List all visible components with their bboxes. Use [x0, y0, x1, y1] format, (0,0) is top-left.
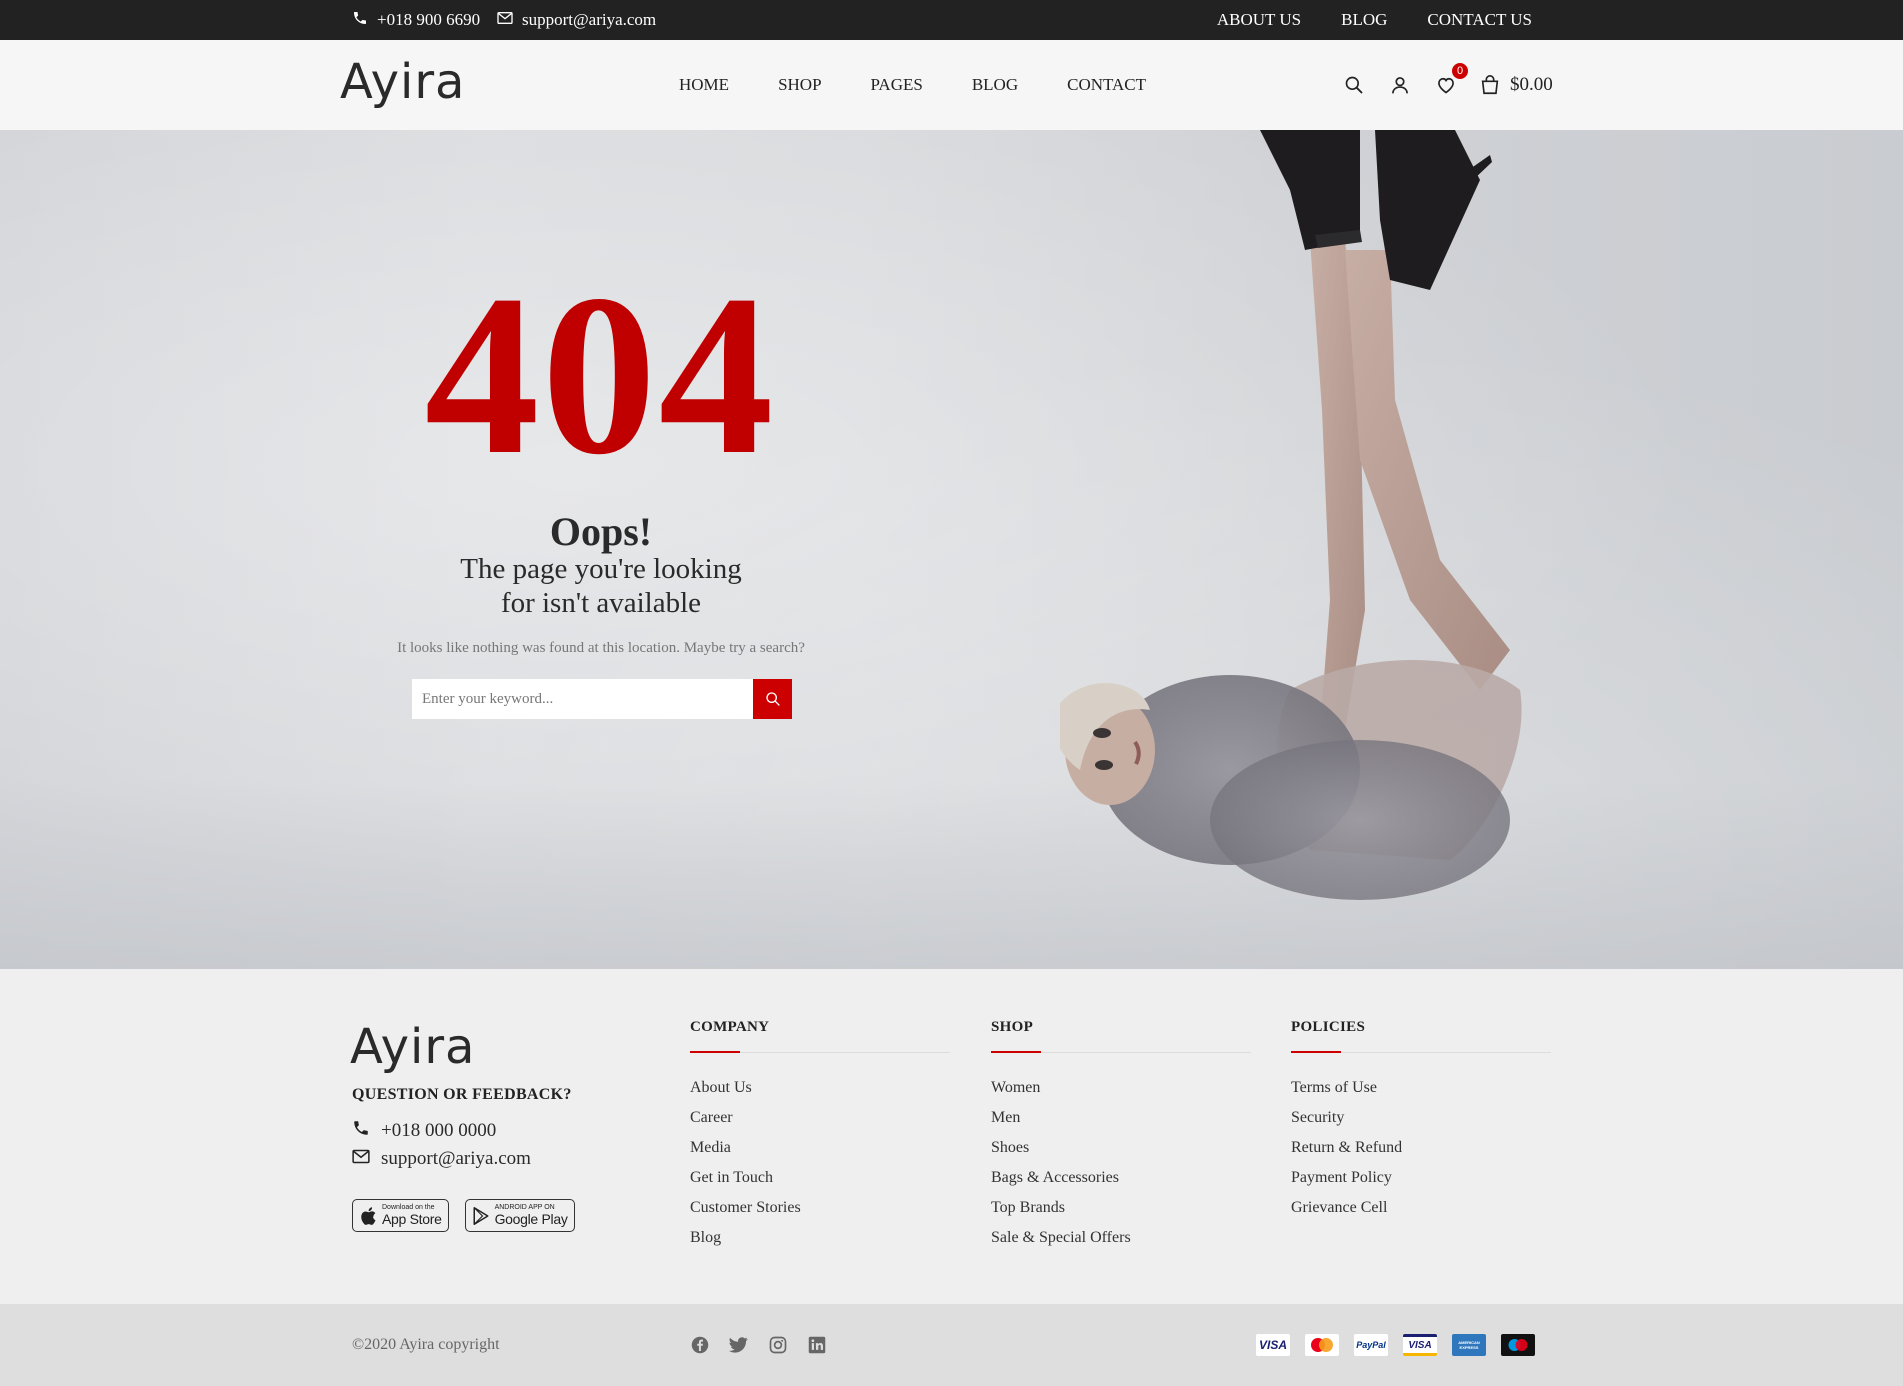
search-button[interactable] [753, 679, 792, 719]
google-play-button[interactable]: ANDROID APP ON Google Play [464, 1199, 575, 1232]
google-play-big: Google Play [494, 1211, 568, 1227]
error-hint: It looks like nothing was found at this … [397, 640, 805, 656]
error-title: Oops! [549, 509, 653, 554]
google-play-icon [473, 1206, 489, 1225]
footer-link[interactable]: Shoes [991, 1133, 1251, 1163]
bottom-bar: ©2020 Ayira copyright VISA PayPal VISA A… [0, 1304, 1903, 1386]
footer-phone-text: +018 000 0000 [381, 1120, 497, 1141]
footer-link[interactable]: Bags & Accessories [991, 1163, 1251, 1193]
phone-icon [352, 1119, 381, 1143]
nav-contact[interactable]: CONTACT [1067, 75, 1146, 95]
cart-icon[interactable] [1478, 73, 1502, 97]
phone-icon [352, 10, 377, 31]
divider [690, 1051, 950, 1053]
footer-link[interactable]: Career [690, 1103, 950, 1133]
top-bar: +018 900 6690 support@ariya.com ABOUT US… [0, 0, 1903, 40]
error-message-line2: for isn't available [500, 587, 702, 619]
wishlist-count-badge: 0 [1452, 63, 1468, 79]
mail-icon [352, 1148, 381, 1170]
error-search [412, 679, 792, 719]
feedback-title: QUESTION OR FEEDBACK? [352, 1086, 572, 1103]
footer-link[interactable]: Customer Stories [690, 1193, 950, 1223]
search-input[interactable] [412, 679, 753, 719]
error-code: 404 [424, 247, 776, 502]
linkedin-icon[interactable] [807, 1336, 826, 1355]
footer-link[interactable]: Top Brands [991, 1193, 1251, 1223]
app-store-button[interactable]: Download on the App Store [352, 1199, 449, 1232]
error-message: The page you're looking for isn't availa… [351, 552, 851, 620]
error-message-line1: The page you're looking [460, 553, 742, 585]
footer-link[interactable]: Men [991, 1103, 1251, 1133]
maestro-icon [1501, 1334, 1535, 1356]
main-header: Ayira HOME SHOP PAGES BLOG CONTACT 0 $0.… [0, 40, 1903, 130]
apple-icon [361, 1206, 376, 1225]
payment-methods: VISA PayPal VISA AMERICAN EXPRESS [1256, 1304, 1535, 1386]
instagram-icon[interactable] [768, 1336, 787, 1355]
main-nav: HOME SHOP PAGES BLOG CONTACT [679, 40, 1195, 130]
app-store-badges: Download on the App Store ANDROID APP ON… [352, 1199, 575, 1232]
footer-link[interactable]: Get in Touch [690, 1163, 950, 1193]
footer-link[interactable]: Women [991, 1073, 1251, 1103]
divider [1291, 1051, 1551, 1053]
error-hero: 404 Oops! The page you're looking for is… [0, 130, 1903, 969]
footer-link[interactable]: Media [690, 1133, 950, 1163]
footer-phone[interactable]: +018 000 0000 [352, 1119, 496, 1143]
visa-icon: VISA [1256, 1334, 1290, 1356]
social-links [690, 1304, 826, 1386]
footer-link[interactable]: Return & Refund [1291, 1133, 1551, 1163]
footer-column-company: COMPANY About Us Career Media Get in Tou… [690, 1019, 950, 1253]
paypal-icon: PayPal [1354, 1334, 1388, 1356]
nav-home[interactable]: HOME [679, 75, 729, 95]
nav-pages[interactable]: PAGES [871, 75, 923, 95]
wishlist-icon[interactable]: 0 [1434, 63, 1468, 97]
app-store-big: App Store [382, 1211, 442, 1227]
topbar-link-contact[interactable]: CONTACT US [1427, 10, 1532, 30]
topbar-email-text: support@ariya.com [522, 10, 657, 29]
footer-link[interactable]: Terms of Use [1291, 1073, 1551, 1103]
topbar-links: ABOUT US BLOG CONTACT US [1217, 0, 1532, 40]
visa-card-icon: VISA [1403, 1334, 1437, 1356]
footer-email-text: support@ariya.com [381, 1148, 531, 1169]
user-icon[interactable] [1388, 73, 1412, 97]
topbar-phone-text: +018 900 6690 [377, 10, 481, 29]
mail-icon [497, 10, 522, 30]
footer-link[interactable]: Sale & Special Offers [991, 1223, 1251, 1253]
footer-link[interactable]: Payment Policy [1291, 1163, 1551, 1193]
site-logo[interactable]: Ayira [340, 52, 465, 112]
footer-link[interactable]: About Us [690, 1073, 950, 1103]
footer-column-title: POLICIES [1291, 1019, 1366, 1035]
topbar-email[interactable]: support@ariya.com [497, 0, 656, 40]
topbar-phone[interactable]: +018 900 6690 [352, 0, 480, 40]
footer-link[interactable]: Blog [690, 1223, 950, 1253]
copyright: ©2020 Ayira copyright [352, 1336, 500, 1353]
cart-total[interactable]: $0.00 [1510, 74, 1553, 96]
footer-link[interactable]: Security [1291, 1103, 1551, 1133]
footer-link[interactable]: Grievance Cell [1291, 1193, 1551, 1223]
footer-column-policies: POLICIES Terms of Use Security Return & … [1291, 1019, 1551, 1223]
nav-blog[interactable]: BLOG [972, 75, 1018, 95]
nav-shop[interactable]: SHOP [778, 75, 821, 95]
divider [991, 1051, 1251, 1053]
footer-logo[interactable]: Ayira [350, 1017, 475, 1077]
header-actions: 0 $0.00 [1342, 40, 1553, 130]
footer-column-title: SHOP [991, 1019, 1034, 1035]
amex-icon: AMERICAN EXPRESS [1452, 1334, 1486, 1356]
site-footer: Ayira QUESTION OR FEEDBACK? +018 000 000… [0, 969, 1903, 1304]
topbar-link-blog[interactable]: BLOG [1341, 10, 1387, 30]
facebook-icon[interactable] [690, 1336, 709, 1355]
topbar-link-about[interactable]: ABOUT US [1217, 10, 1301, 30]
footer-column-shop: SHOP Women Men Shoes Bags & Accessories … [991, 1019, 1251, 1253]
footer-column-title: COMPANY [690, 1019, 770, 1035]
mastercard-icon [1305, 1334, 1339, 1356]
search-icon[interactable] [1342, 73, 1366, 97]
search-icon [765, 692, 780, 706]
footer-email[interactable]: support@ariya.com [352, 1148, 531, 1170]
twitter-icon[interactable] [729, 1336, 748, 1355]
hero-model-image [1060, 130, 1522, 900]
